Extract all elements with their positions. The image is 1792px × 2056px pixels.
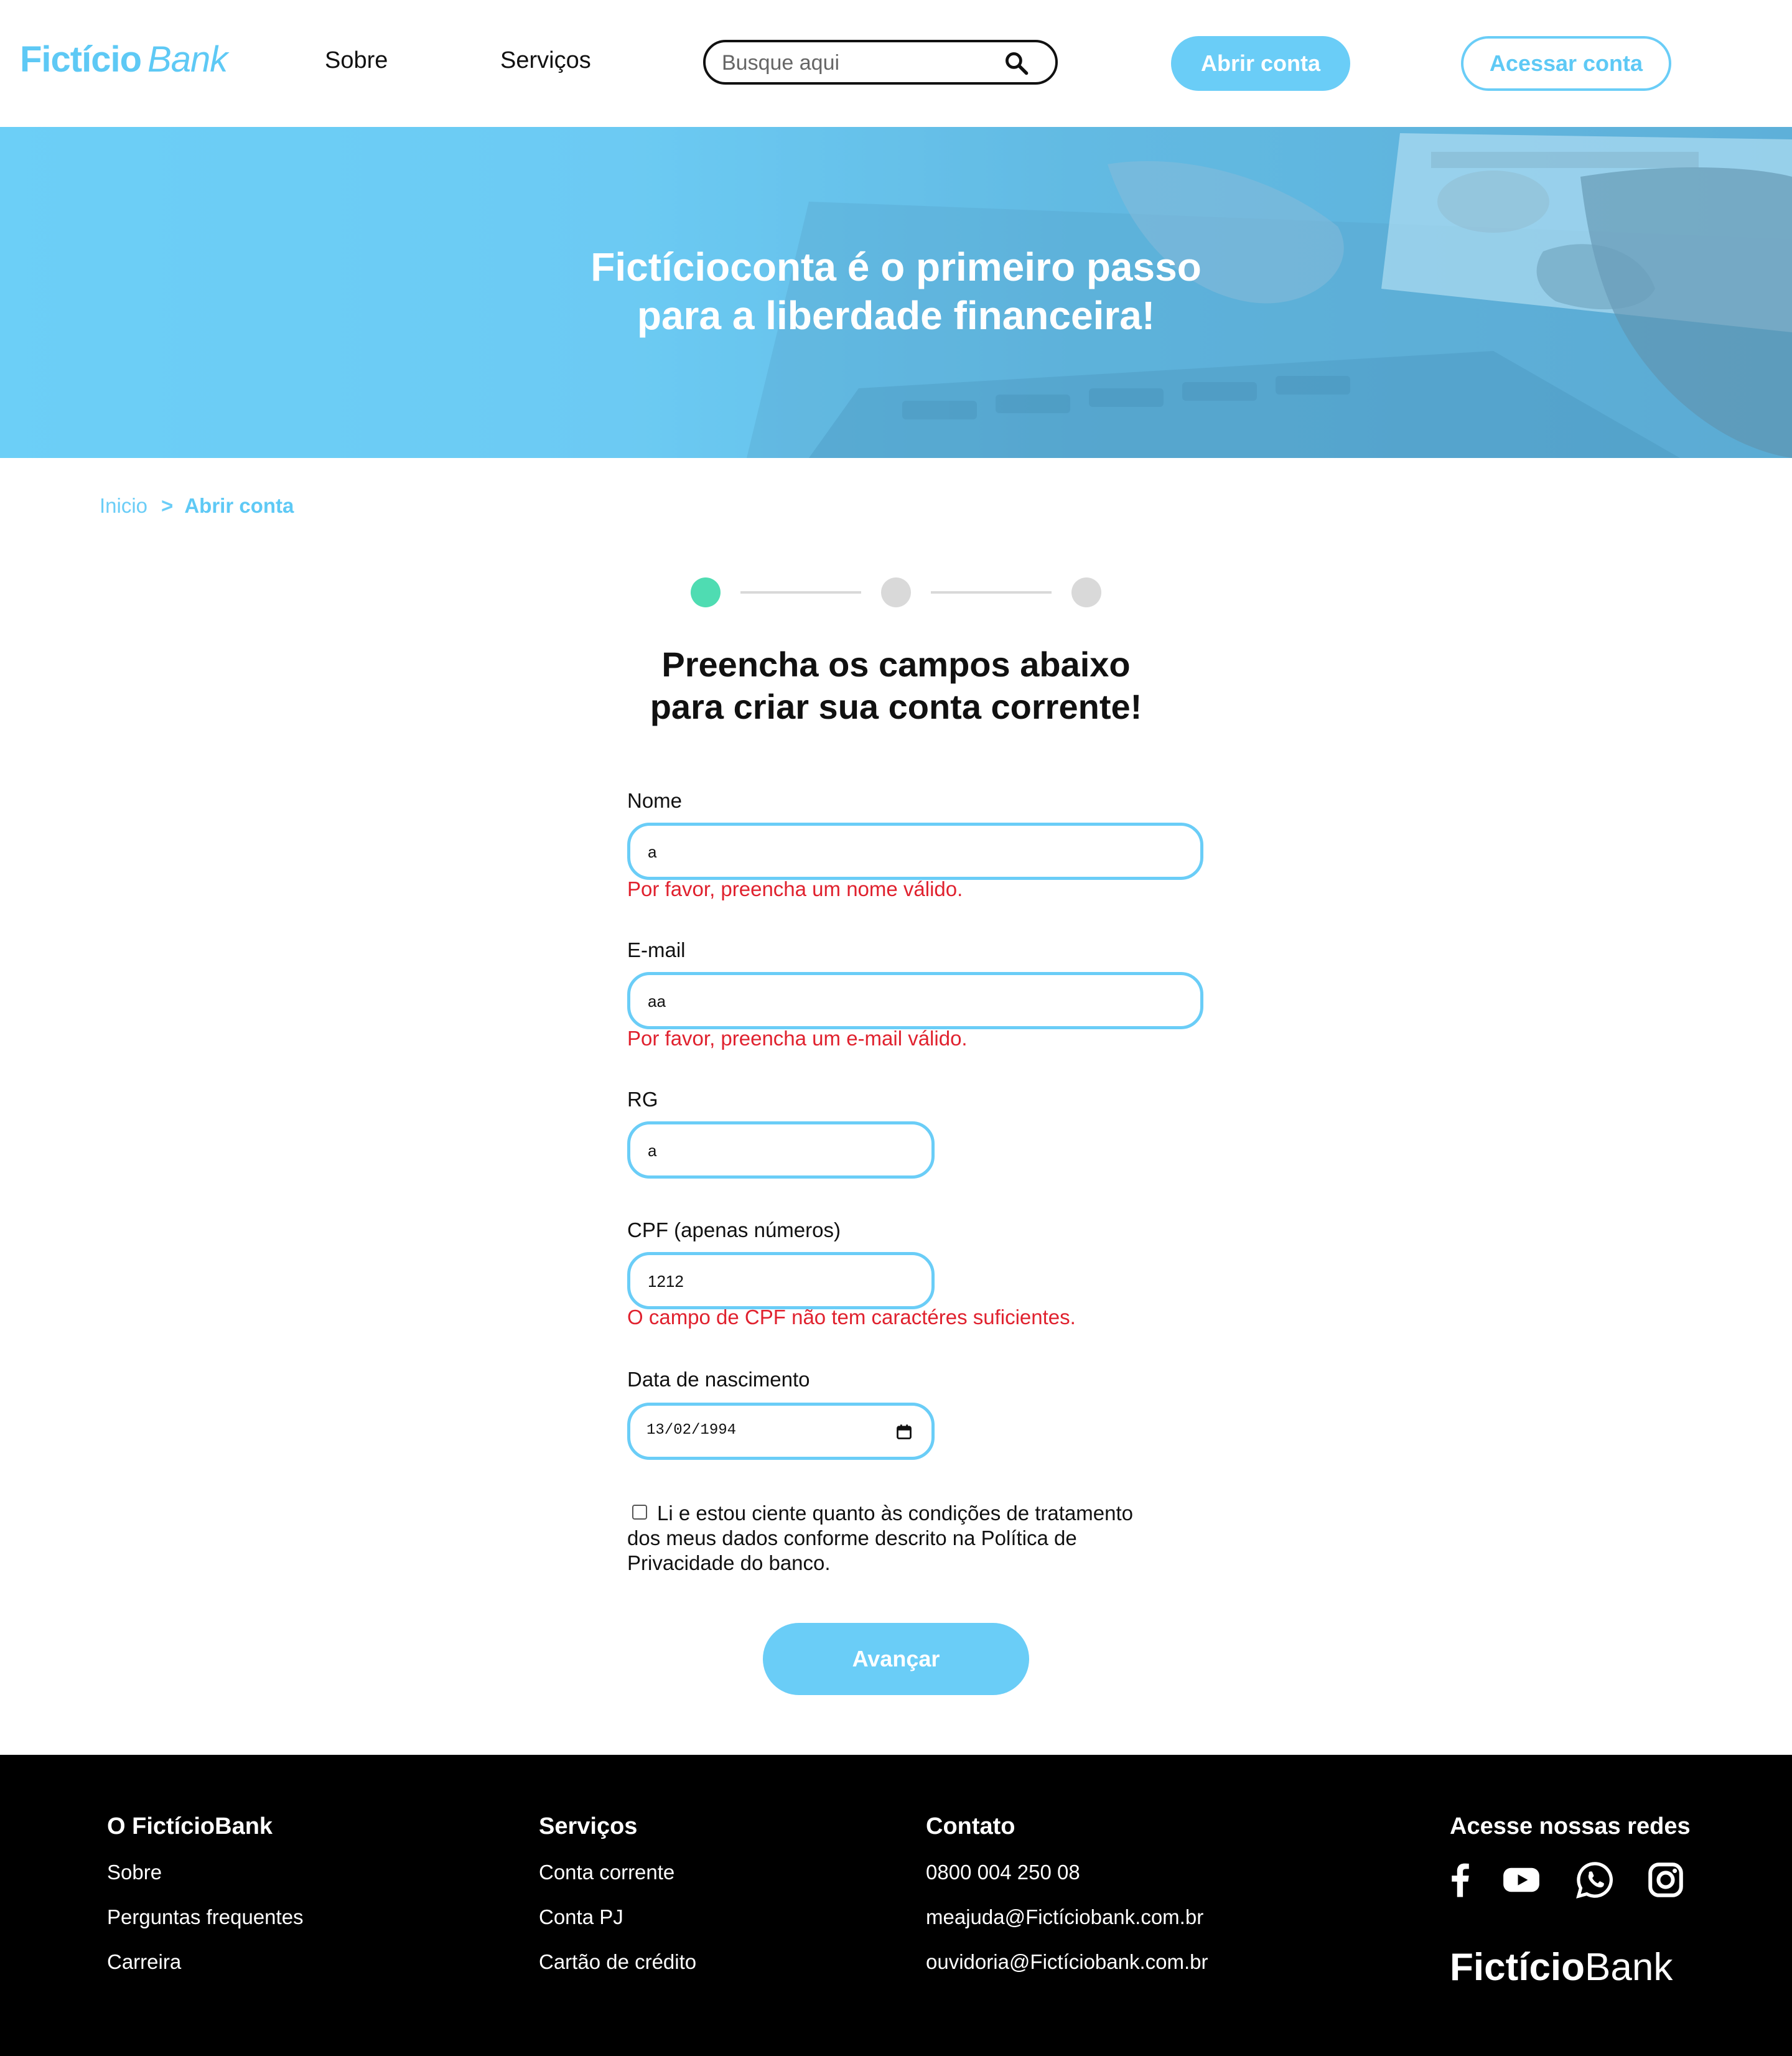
search-icon[interactable] [1003,50,1030,77]
footer-link-faq[interactable]: Perguntas frequentes [107,1905,304,1929]
privacy-consent-checkbox[interactable] [632,1505,647,1520]
step-connector [931,591,1052,594]
brand-logo[interactable]: Fictício Bank [20,39,228,80]
footer-email-ombudsman[interactable]: ouvidoria@Fictíciobank.com.br [926,1950,1208,1974]
access-account-button[interactable]: Acessar conta [1461,36,1671,91]
step-connector [740,591,861,594]
cpf-input[interactable] [646,1255,890,1307]
cpf-label: CPF (apenas números) [627,1218,841,1241]
nav-link-sobre[interactable]: Sobre [325,47,388,74]
rg-field [627,1121,935,1179]
nav-link-servicos[interactable]: Serviços [500,47,591,74]
footer-email-help[interactable]: meajuda@Fictíciobank.com.br [926,1905,1203,1929]
step-2-indicator [881,577,911,607]
youtube-icon[interactable] [1501,1859,1542,1900]
cpf-field [627,1252,935,1309]
hero-banner: Fictícioconta é o primeiro passo para a … [0,127,1792,458]
hero-title: Fictícioconta é o primeiro passo para a … [0,243,1792,340]
footer-logo-regular: Bank [1585,1946,1673,1989]
header: FictícioBank Sobre Serviços Abrir conta … [0,0,1792,127]
instagram-icon[interactable] [1645,1859,1686,1900]
logo-text-bold: Fictício [20,39,142,80]
calendar-icon[interactable] [895,1423,913,1441]
form-title-line-2: para criar sua conta corrente! [650,687,1142,726]
footer-phone[interactable]: 0800 004 250 08 [926,1861,1080,1884]
email-error: Por favor, preencha um e-mail válido. [627,1027,968,1050]
open-account-button[interactable]: Abrir conta [1171,36,1350,91]
footer-col2-title: Serviços [539,1813,638,1839]
name-error: Por favor, preencha um nome válido. [627,877,963,900]
footer-link-cartao[interactable]: Cartão de crédito [539,1950,696,1974]
email-input[interactable] [646,975,1105,1027]
logo-text-italic: Bank [147,39,228,80]
footer-link-conta-corrente[interactable]: Conta corrente [539,1861,674,1884]
step-1-indicator [691,577,721,607]
whatsapp-icon[interactable] [1574,1859,1615,1900]
cpf-error: O campo de CPF não tem caractéres sufici… [627,1306,1076,1329]
email-field [627,972,1203,1029]
footer-col1-title: O FictícioBank [107,1813,273,1839]
breadcrumb-current: Abrir conta [184,494,294,517]
footer-col3-title: Contato [926,1813,1015,1839]
name-field [627,823,1203,880]
breadcrumb-separator: > [161,494,174,517]
breadcrumb-home[interactable]: Inicio [100,494,147,517]
privacy-consent: Li e estou ciente quanto às condições de… [627,1501,1150,1576]
next-button[interactable]: Avançar [763,1623,1029,1695]
footer-link-carreira[interactable]: Carreira [107,1950,181,1974]
rg-label: RG [627,1088,658,1111]
hero-title-line-2: para a liberdade financeira! [637,293,1155,338]
breadcrumb: Inicio > Abrir conta [100,494,294,518]
footer-logo[interactable]: FictícioBank [1450,1945,1673,1989]
search-input[interactable] [721,46,997,80]
birthdate-label: Data de nascimento [627,1368,810,1391]
facebook-icon[interactable] [1440,1859,1481,1900]
footer-logo-bold: Fictício [1450,1946,1585,1989]
email-label: E-mail [627,938,686,961]
hero-title-line-1: Fictícioconta é o primeiro passo [590,245,1202,289]
form-title: Preencha os campos abaixo para criar sua… [0,643,1792,728]
name-label: Nome [627,789,683,812]
search-box [703,40,1058,85]
name-input[interactable] [646,826,1105,878]
birthdate-value[interactable]: 13/02/1994 [646,1422,736,1439]
footer-link-sobre[interactable]: Sobre [107,1861,162,1884]
footer-social-title: Acesse nossas redes [1450,1813,1691,1839]
privacy-consent-text: Li e estou ciente quanto às condições de… [627,1502,1134,1574]
birthdate-field[interactable]: 13/02/1994 [627,1403,935,1460]
step-3-indicator [1071,577,1101,607]
form-title-line-1: Preencha os campos abaixo [661,645,1131,684]
footer: O FictícioBank Sobre Perguntas frequente… [0,1755,1792,2056]
rg-input[interactable] [646,1124,890,1177]
footer-link-conta-pj[interactable]: Conta PJ [539,1905,623,1929]
